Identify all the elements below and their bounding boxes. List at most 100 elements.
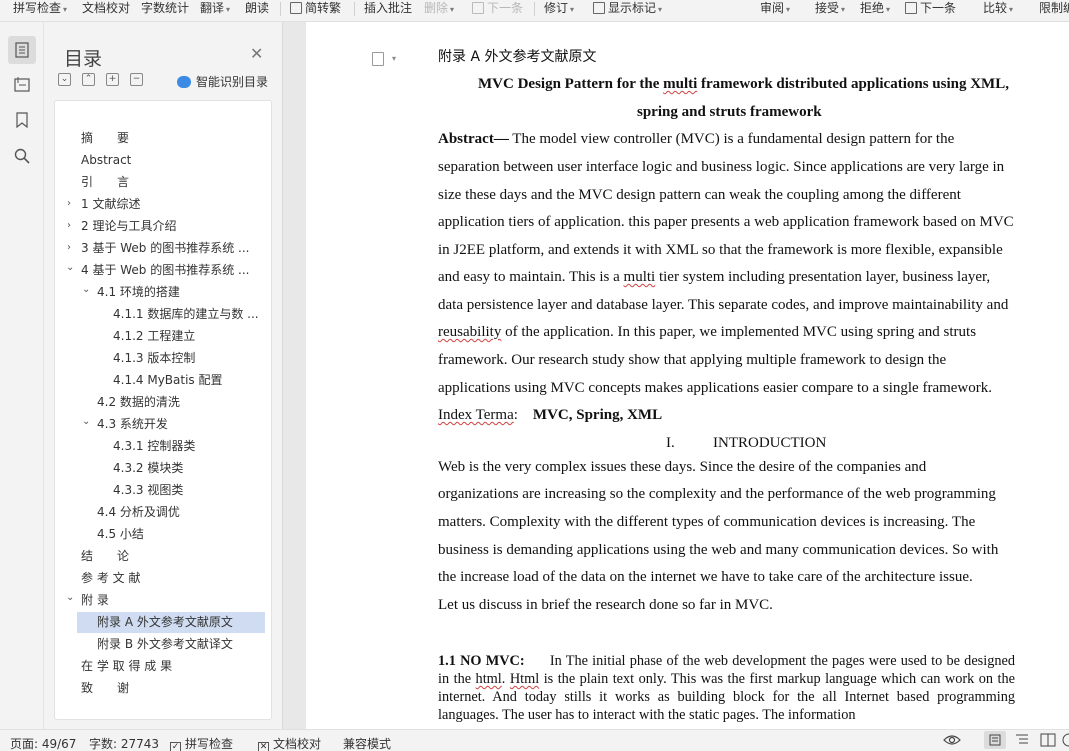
toc-item-abstract-cn[interactable]: 摘 要: [81, 128, 129, 149]
abstract-line: in J2EE platform, and extends it with XM…: [438, 242, 1003, 258]
restrict-button[interactable]: 限制编: [1039, 0, 1069, 20]
delete-comment-menu[interactable]: 删除 ▾: [424, 0, 454, 20]
chapter-view-button[interactable]: [8, 70, 36, 98]
toc-item-thanks[interactable]: 致 谢: [81, 678, 129, 699]
toc-item-4-1[interactable]: 4.1 环境的搭建: [97, 282, 180, 303]
collapse-arrow-icon[interactable]: ⌄: [82, 284, 90, 295]
expand-all-icon[interactable]: ⌃: [82, 73, 95, 86]
abstract-line: Abstract— The model view controller (MVC…: [438, 131, 955, 147]
insert-comment-button[interactable]: 插入批注: [364, 0, 412, 20]
toc-item-4-3-2[interactable]: 4.3.2 模块类: [113, 458, 183, 479]
remove-heading-icon[interactable]: −: [130, 73, 143, 86]
collapse-arrow-icon[interactable]: ⌄: [66, 592, 74, 603]
compare-menu[interactable]: 比较 ▾: [983, 0, 1013, 20]
toc-item-4-3-1[interactable]: 4.3.1 控制器类: [113, 436, 195, 457]
intro-line: Let us discuss in brief the research don…: [438, 597, 773, 613]
revise-menu[interactable]: 修订 ▾: [544, 0, 574, 20]
toc-item-4-1-2[interactable]: 4.1.2 工程建立: [113, 326, 195, 347]
abstract-line: and easy to maintain. This is a multi ti…: [438, 269, 991, 285]
review-menu[interactable]: 审阅 ▾: [760, 0, 790, 20]
spelling-flag: Index Terma: [438, 407, 514, 423]
add-heading-icon[interactable]: +: [106, 73, 119, 86]
toc-item-4-3[interactable]: 4.3 系统开发: [97, 414, 168, 435]
show-markup-menu[interactable]: 显示标记 ▾: [593, 0, 662, 20]
toc-item-ch2[interactable]: 2 理论与工具介绍: [81, 216, 176, 237]
toc-item-ch3[interactable]: 3 基于 Web 的图书推荐系统 ...: [81, 238, 257, 259]
intro-line: organizations are increasing so the comp…: [438, 486, 996, 502]
spelling-flag: html: [475, 671, 502, 687]
spelling-flag: Html: [509, 671, 540, 687]
toc-item-conclusion[interactable]: 结 论: [81, 546, 129, 567]
eye-icon[interactable]: [943, 733, 961, 750]
close-icon[interactable]: ✕: [250, 44, 263, 63]
toc-item-ch1[interactable]: 1 文献综述: [81, 194, 140, 215]
smart-icon: [177, 75, 191, 88]
expand-arrow-icon[interactable]: ›: [67, 242, 71, 253]
reject-menu[interactable]: 拒绝 ▾: [860, 0, 890, 20]
outline-view-icon[interactable]: [1015, 733, 1029, 750]
spellcheck-toggle[interactable]: ✓ 拼写检查: [170, 735, 233, 751]
collapse-arrow-icon[interactable]: ⌄: [82, 416, 90, 427]
toc-item-4-5[interactable]: 4.5 小结: [97, 524, 144, 545]
search-button[interactable]: [8, 142, 36, 170]
toc-item-ch4[interactable]: 4 基于 Web 的图书推荐系统 ...: [81, 260, 257, 281]
expand-arrow-icon[interactable]: ›: [67, 198, 71, 209]
chevron-down-icon[interactable]: ▾: [392, 54, 396, 63]
intro-line: business is demanding applications using…: [438, 542, 999, 558]
toc-item-4-4[interactable]: 4.4 分析及调优: [97, 502, 180, 523]
abstract-line: separation between user interface logic …: [438, 159, 1005, 175]
toc-item-4-1-3[interactable]: 4.1.3 版本控制: [113, 348, 195, 369]
bookmark-icon: [16, 112, 28, 128]
toc-item-references[interactable]: 参 考 文 献: [81, 568, 140, 589]
wordcount-button[interactable]: 字数统计: [141, 0, 189, 20]
page-view-icon: [989, 734, 1001, 746]
proof-toggle[interactable]: ✕ 文档校对: [258, 735, 321, 751]
toc-item-4-2[interactable]: 4.2 数据的清洗: [97, 392, 180, 413]
web-view-icon[interactable]: [1062, 733, 1069, 750]
document-page[interactable]: ▾ 附录 A 外文参考文献原文 MVC Design Pattern for t…: [306, 22, 1069, 729]
toc-item-appendix[interactable]: 附 录: [81, 590, 109, 611]
translate-menu[interactable]: 翻译 ▾: [200, 0, 230, 20]
toc-item-achievements[interactable]: 在 学 取 得 成 果: [81, 656, 172, 677]
bookmark-button[interactable]: [8, 106, 36, 134]
toc-view-button[interactable]: [8, 36, 36, 64]
paper-title-line1: MVC Design Pattern for the multi framewo…: [478, 76, 1009, 92]
read-button[interactable]: 朗读: [245, 0, 269, 20]
document-list-icon: [15, 42, 29, 58]
proof-icon: ✕: [258, 742, 269, 751]
collapse-arrow-icon[interactable]: ⌄: [66, 262, 74, 273]
paragraph-handle-icon[interactable]: [372, 52, 384, 66]
toc-item-appendix-a[interactable]: 附录 A 外文参考文献原文: [77, 612, 265, 633]
expand-arrow-icon[interactable]: ›: [67, 220, 71, 231]
convert-button[interactable]: 简转繁: [290, 0, 341, 20]
word-count[interactable]: 字数: 27743: [89, 735, 159, 751]
spelling-flag: reusability: [438, 324, 502, 340]
smart-toc-button[interactable]: 智能识别目录: [177, 73, 268, 90]
toc-item-4-1-4[interactable]: 4.1.4 MyBatis 配置: [113, 370, 223, 391]
toc-list: 摘 要 Abstract 引 言 › 1 文献综述 › 2 理论与工具介绍 › …: [54, 100, 272, 720]
collapse-all-icon[interactable]: ⌄: [58, 73, 71, 86]
next-comment-button[interactable]: 下一条: [472, 0, 523, 20]
spellcheck-menu[interactable]: 拼写检查 ▾: [13, 0, 67, 20]
toc-item-intro[interactable]: 引 言: [81, 172, 129, 193]
no-mvc-paragraph: 1.1 NO MVC: In The initial phase of the …: [438, 653, 1015, 723]
intro-line: matters. Complexity with the different t…: [438, 514, 976, 530]
accept-menu[interactable]: 接受 ▾: [815, 0, 845, 20]
search-icon: [14, 148, 30, 164]
page-gutter: [282, 22, 306, 729]
reading-view-icon[interactable]: [1040, 733, 1056, 750]
toc-item-abstract[interactable]: Abstract: [81, 150, 131, 171]
abstract-line: applications using MVC concepts makes ap…: [438, 380, 993, 396]
side-rail: [0, 22, 44, 729]
abstract-line: data persistence layer and database laye…: [438, 297, 1009, 313]
page-view-button[interactable]: [984, 731, 1006, 749]
proof-button[interactable]: 文档校对: [82, 0, 130, 20]
page-indicator[interactable]: 页面: 49/67: [10, 735, 76, 751]
next-change-button[interactable]: 下一条: [905, 0, 956, 20]
toc-item-4-1-1[interactable]: 4.1.1 数据库的建立与数 ...: [113, 304, 261, 325]
toc-item-4-3-3[interactable]: 4.3.3 视图类: [113, 480, 183, 501]
spelling-flag: multi: [623, 269, 656, 285]
abstract-line: size these days and the MVC design patte…: [438, 187, 961, 203]
toc-item-appendix-b[interactable]: 附录 B 外文参考文献译文: [97, 634, 233, 655]
compat-mode: 兼容模式: [343, 737, 392, 751]
